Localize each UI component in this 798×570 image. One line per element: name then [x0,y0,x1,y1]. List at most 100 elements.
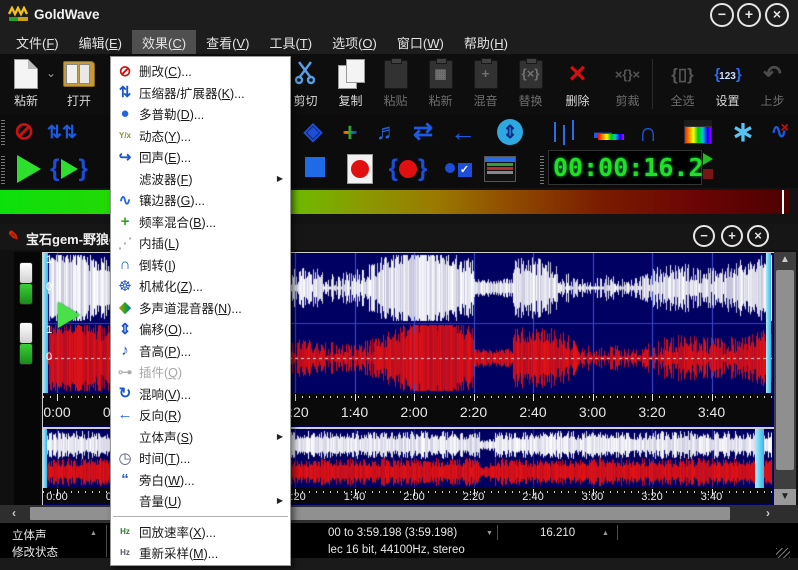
effects-toolbar-spectrum-analyzer-icon[interactable] [681,117,715,147]
vertical-scrollbar[interactable]: ▲ ▼ [774,252,796,505]
effects-toolbar-gate-icon[interactable]: ∩ [631,117,665,147]
timeline-tick [712,394,713,401]
menubar-item[interactable]: 文件(F) [6,30,69,55]
transport-record-file-icon[interactable] [343,154,377,184]
transport-play-selection-icon[interactable]: {} [52,154,86,184]
effects-toolbar-offset-icon[interactable]: ⇕ [493,117,527,147]
channel-mode-caret-icon[interactable]: ▲ [90,530,97,537]
toolbar-button-删除[interactable]: ×删除 [555,57,600,109]
toolbar-grip[interactable] [1,120,5,146]
new-dropdown-caret-icon[interactable]: ⌄ [46,66,56,80]
menubar-item[interactable]: 效果(C) [132,30,196,55]
right-channel-fader[interactable] [19,322,33,344]
toolbar-button-设置[interactable]: {123}设置 [705,57,750,109]
effects-menu-item[interactable]: ⇅压缩器/扩展器(K)... [111,82,290,104]
scroll-right-icon[interactable]: › [756,505,780,522]
effects-toolbar-compressor-expander-icon[interactable]: ⇅⇅ [45,117,79,147]
time-icon: ◷ [111,449,139,467]
timeline-tick [414,394,415,401]
menubar-item[interactable]: 查看(V) [196,30,259,55]
effects-menu-item[interactable]: ☸机械化(Z)... [111,275,290,297]
effects-toolbar-flanger-band-icon[interactable]: ▬ [586,117,620,147]
scroll-down-icon[interactable]: ▼ [774,489,796,505]
effects-menu-item[interactable]: ⇕偏移(O)... [111,318,290,340]
effects-menu-item[interactable]: ↻混响(V)... [111,383,290,405]
toolbar-button-粘新[interactable]: ▦粘新 [418,57,463,109]
overview-selection-start[interactable] [43,429,47,488]
toolbar-button-粘贴[interactable]: 粘贴 [373,57,418,109]
effects-menu-item[interactable]: ●多普勒(D)... [111,103,290,125]
effects-menu-item[interactable]: ◷时间(T)... [111,447,290,469]
selection-caret-icon[interactable]: ▼ [486,530,493,537]
maximize-button[interactable]: + [737,3,761,27]
effects-toolbar-pitch-staff-icon[interactable]: ♬ [370,117,404,147]
effects-toolbar-frequency-blend-icon[interactable]: + [333,117,367,147]
effects-menu-item[interactable]: ∿镶边器(G)... [111,189,290,211]
effects-menu-item[interactable]: ⋰内插(L) [111,232,290,254]
menubar-item[interactable]: 工具(T) [259,30,322,55]
resize-grip[interactable] [776,548,790,558]
left-channel-mute-fader[interactable] [19,283,33,305]
transport-play-icon[interactable] [12,154,46,184]
toolbar-button-剪裁[interactable]: ×{}×剪裁 [605,57,650,109]
overview-selection-end[interactable] [755,429,764,488]
toolbar-button-打开[interactable]: 打开 [56,57,102,109]
vertical-scroll-thumb[interactable] [776,270,794,470]
menubar-item[interactable]: 选项(O) [322,30,387,55]
effects-toolbar-reverse-icon[interactable]: ← [446,117,480,147]
effects-menu-item[interactable]: ♪音高(P)... [111,340,290,362]
toolbar-button-label: 删除 [555,92,600,109]
effects-menu-item[interactable]: Hz重新采样(M)... [111,542,290,564]
position-caret-icon[interactable]: ▲ [602,530,609,537]
transport-record-options-icon[interactable]: ✓ [441,154,475,184]
scroll-left-icon[interactable]: ‹ [2,505,26,522]
left-channel-fader[interactable] [19,262,33,284]
effects-toolbar-doppler-star-icon[interactable]: ◈ [296,117,330,147]
amplitude-scale-label: 0 [46,351,52,363]
effects-menu-item[interactable]: ∩倒转(I) [111,254,290,276]
effects-menu-item[interactable]: ⊘删改(C)... [111,60,290,82]
effects-menu-item[interactable]: Y/x动态(Y)... [111,125,290,147]
menubar: 文件(F)编辑(E)效果(C)查看(V)工具(T)选项(O)窗口(W)帮助(H) [0,30,798,54]
effects-toolbar-swap-channels-icon[interactable]: ⇄ [406,117,440,147]
menubar-item[interactable]: 窗口(W) [387,30,454,55]
effects-menu-item[interactable]: Hz回放速率(X)... [111,521,290,543]
effects-menu-item[interactable]: ◆多声道混音器(N)... [111,297,290,319]
toolbar-button-全选[interactable]: {▯}全选 [660,57,705,109]
toolbar-button-复制[interactable]: 复制 [328,57,373,109]
offset-icon: ⇕ [111,320,139,338]
scroll-up-icon[interactable]: ▲ [774,252,796,268]
sound-minimize-button[interactable]: − [693,225,715,247]
play-marker-icon[interactable] [58,302,80,328]
menubar-item[interactable]: 编辑(E) [69,30,132,55]
effects-menu-item[interactable]: 音量(U)▶ [111,490,290,512]
sound-close-button[interactable]: × [747,225,769,247]
channel-mode-status[interactable]: 立体声 [12,527,47,543]
effects-toolbar-sparkle-effect-icon[interactable]: ∗ [726,117,760,147]
toolbar-grip[interactable] [1,156,5,184]
toolbar-button-上步[interactable]: ↶上步 [750,57,795,109]
effects-menu-item[interactable]: ←反向(R) [111,404,290,426]
effects-menu-item[interactable]: 立体声(S)▶ [111,426,290,448]
effects-menu-item[interactable]: “旁白(W)... [111,469,290,491]
toolbar-button-混音[interactable]: +混音 [463,57,508,109]
toolbar-grip[interactable] [540,156,544,184]
right-channel-mute-fader[interactable] [19,343,33,365]
close-button[interactable]: × [765,3,789,27]
minimize-button[interactable]: − [710,3,734,27]
effects-toolbar-censor-icon[interactable]: ⊘ [7,117,41,147]
effects-menu-item[interactable]: 滤波器(F)▶ [111,168,290,190]
effects-toolbar-edge-partial-icon[interactable] [790,117,798,147]
toolbar-button-粘新[interactable]: 粘新 [4,57,48,109]
toolbar-button-替换[interactable]: {×}替换 [508,57,553,109]
effects-menu-item[interactable]: +频率混合(B)... [111,211,290,233]
transport-record-selection-icon[interactable]: {} [391,154,425,184]
selection-start-marker[interactable] [43,253,48,393]
transport-control-window-icon[interactable] [483,154,517,184]
effects-menu-item[interactable]: ↪回声(E)... [111,146,290,168]
sound-maximize-button[interactable]: + [721,225,743,247]
selection-end-marker[interactable] [766,253,771,393]
transport-stop-icon[interactable] [298,154,332,184]
effects-toolbar-equalizer-icon[interactable] [538,117,572,147]
menubar-item[interactable]: 帮助(H) [454,30,518,55]
